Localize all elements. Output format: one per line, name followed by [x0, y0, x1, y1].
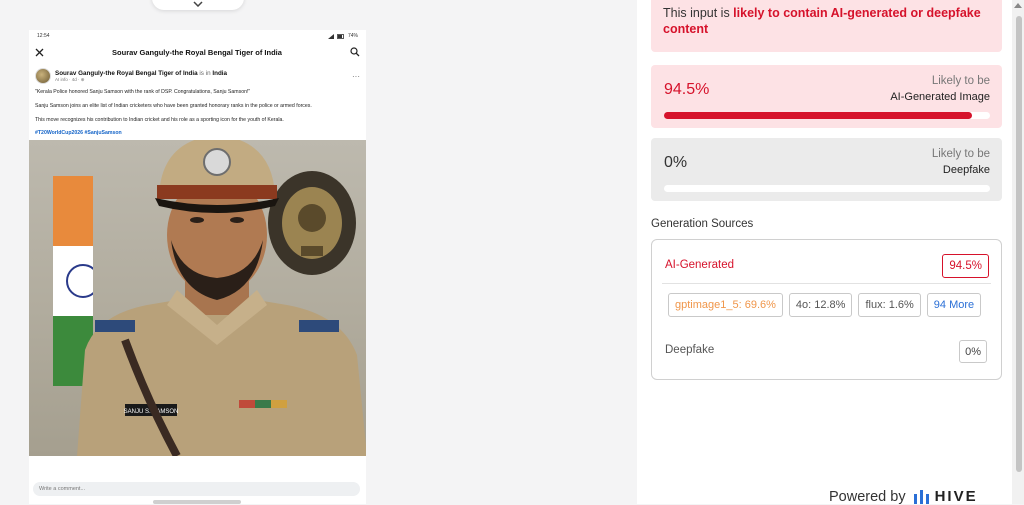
brand-name: HIVE [934, 488, 978, 505]
powered-by-text: Powered by [829, 488, 906, 505]
ai-score-label: AI-Generated Image [890, 91, 990, 103]
ai-generated-label: AI-Generated [665, 259, 735, 271]
post-photo: SANJU S. SAMSON [29, 140, 366, 457]
is-in-text: is in [199, 69, 211, 77]
deepfake-label: Deepfake [665, 344, 715, 356]
ai-score-label-top: Likely to be [931, 75, 990, 87]
source-chip[interactable]: 4o: 12.8% [788, 293, 853, 317]
verdict-banner: This input is likely to contain AI-gener… [651, 0, 1002, 52]
scrollbar-thumb[interactable] [1016, 16, 1022, 472]
deepfake-score-card: 0% Likely to be Deepfake [651, 138, 1002, 201]
left-pane: 12:54 74% Sourav Ganguly-the Royal Benga… [0, 0, 637, 504]
verdict-prefix: This input is [663, 6, 734, 20]
post-author[interactable]: Sourav Ganguly-the Royal Bengal Tiger of… [55, 70, 352, 77]
generation-sources-title: Generation Sources [651, 218, 754, 230]
deepfake-badge: 0% [959, 340, 987, 363]
phone-home-bar [153, 500, 241, 504]
post-paragraph: Sanju Samson joins an elite list of Indi… [35, 102, 312, 109]
ai-generated-score-card: 94.5% Likely to be AI-Generated Image [651, 65, 1002, 128]
deepfake-score-bar [664, 185, 990, 192]
avatar[interactable] [35, 68, 51, 84]
post-paragraph: "Kerala Police honored Sanju Samson with… [35, 89, 251, 95]
status-icons: 74% [327, 33, 358, 39]
uploaded-screenshot: 12:54 74% Sourav Ganguly-the Royal Benga… [29, 30, 366, 504]
deepfake-score-label: Deepfake [942, 164, 990, 176]
post-meta: Sourav Ganguly-the Royal Bengal Tiger of… [55, 70, 352, 83]
ai-score-percent: 94.5% [664, 81, 710, 98]
post-paragraph: This move recognizes his contribution to… [35, 116, 284, 123]
scroll-up-icon[interactable] [1014, 3, 1022, 8]
author-name[interactable]: Sourav Ganguly-the Royal Bengal Tiger of… [55, 70, 198, 77]
battery-icon [337, 33, 344, 39]
hashtags[interactable]: #T20WorldCup2026 #SanjuSamson [29, 130, 366, 136]
hive-logo-icon [913, 489, 929, 504]
signal-icon [327, 33, 334, 39]
search-icon[interactable] [350, 47, 360, 57]
collapse-handle[interactable] [152, 0, 244, 10]
post-subline: AI info · 4d · ⊕ [55, 76, 85, 82]
officer-portrait-image: SANJU S. SAMSON [77, 140, 366, 457]
source-chip[interactable]: gptimage1_5: 69.6% [668, 293, 783, 317]
hive-logo[interactable]: HIVE [913, 488, 978, 505]
ai-score-bar-fill [664, 112, 973, 119]
post-topbar: Sourav Ganguly-the Royal Bengal Tiger of… [29, 42, 366, 62]
powered-by: Powered by HIVE [829, 488, 978, 505]
source-chips: gptimage1_5: 69.6% 4o: 12.8% flux: 1.6% … [668, 293, 982, 317]
generation-sources-panel: AI-Generated 94.5% gptimage1_5: 69.6% 4o… [651, 239, 1002, 380]
deepfake-score-percent: 0% [664, 154, 688, 171]
ai-score-bar [664, 112, 990, 119]
post-header: Sourav Ganguly-the Royal Bengal Tiger of… [29, 62, 366, 86]
location[interactable]: India [212, 70, 227, 77]
divider [662, 283, 991, 284]
chevron-down-icon [193, 1, 203, 7]
ai-generated-badge: 94.5% [942, 254, 989, 278]
comment-input[interactable]: Write a comment... [33, 482, 360, 496]
more-options-icon[interactable]: ··· [352, 72, 360, 81]
source-chip[interactable]: flux: 1.6% [858, 293, 921, 317]
close-icon[interactable] [35, 48, 44, 57]
status-battery: 74% [347, 33, 358, 39]
deepfake-score-label-top: Likely to be [931, 148, 990, 160]
phone-status-bar: 12:54 74% [29, 30, 366, 42]
more-sources-button[interactable]: 94 More [926, 293, 982, 317]
status-time: 12:54 [37, 33, 50, 39]
page-title: Sourav Ganguly-the Royal Bengal Tiger of… [112, 47, 282, 57]
post-body: "Kerala Police honored Sanju Samson with… [29, 86, 366, 124]
